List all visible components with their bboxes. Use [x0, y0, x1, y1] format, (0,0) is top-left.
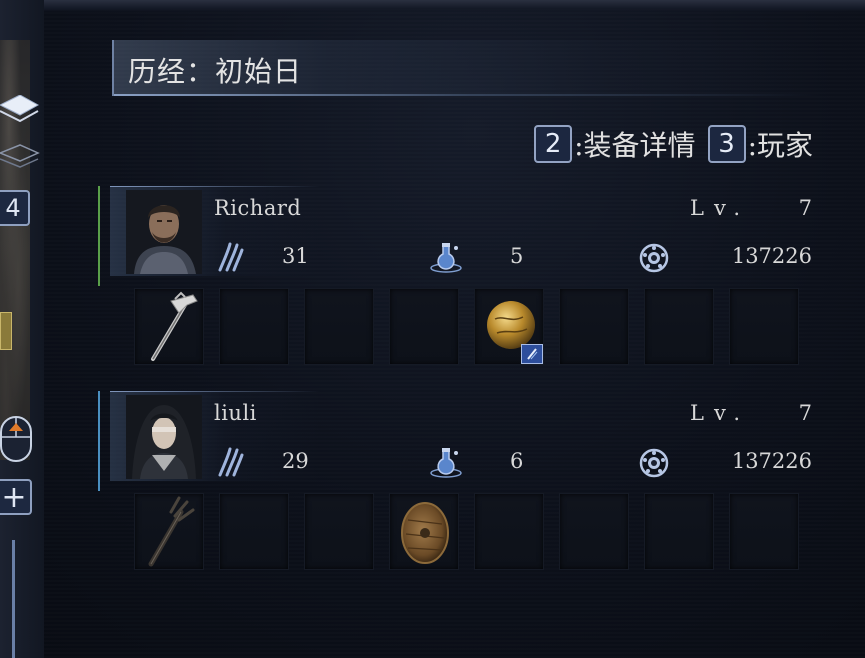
- item-status-badge: [521, 344, 543, 364]
- equipment-slot[interactable]: [559, 288, 629, 365]
- player-card[interactable]: Richard Lv. 7 31 5 137226: [98, 186, 818, 376]
- rune-icon: [638, 242, 670, 278]
- key-2-button[interactable]: 2: [534, 125, 573, 163]
- card-accent-bar: [98, 391, 100, 491]
- page-title: 历经：初始日: [128, 55, 303, 88]
- layer-down-icon[interactable]: [0, 143, 40, 175]
- player-name: liuli: [214, 401, 257, 425]
- rune-stat-value: 137226: [731, 449, 812, 473]
- equipment-slot[interactable]: [729, 288, 799, 365]
- flask-stat-value: 5: [510, 244, 524, 268]
- hammer-icon: [151, 291, 198, 361]
- key-hints: 2 :装备详情 3 :玩家: [534, 122, 813, 166]
- key-4-button[interactable]: 4: [0, 190, 30, 226]
- equipment-slot[interactable]: [219, 493, 289, 570]
- player-card[interactable]: liuli Lv. 7 29 6 137226: [98, 391, 818, 581]
- level-value: 7: [798, 196, 812, 220]
- map-marker-icon: [0, 312, 12, 350]
- layer-up-icon[interactable]: [0, 94, 40, 127]
- equipment-slot[interactable]: [134, 493, 204, 570]
- avatar: [126, 395, 202, 479]
- round-shield-icon: [401, 502, 449, 564]
- equipment-slot[interactable]: [389, 288, 459, 365]
- equipment-slot[interactable]: [304, 288, 374, 365]
- equipment-slot[interactable]: [729, 493, 799, 570]
- level-label: Lv.: [690, 401, 750, 425]
- equipment-slot[interactable]: [559, 493, 629, 570]
- flask-icon: [430, 242, 464, 278]
- rune-icon: [638, 447, 670, 483]
- mouse-icon: [0, 415, 34, 467]
- equipment-slot[interactable]: [644, 493, 714, 570]
- equipment-slot[interactable]: [474, 493, 544, 570]
- equipment-slot[interactable]: [134, 288, 204, 365]
- top-frame-edge: [0, 0, 865, 12]
- level-value: 7: [798, 401, 812, 425]
- equipment-slot[interactable]: [389, 493, 459, 570]
- map-scrollbar[interactable]: [12, 540, 15, 658]
- player-name: Richard: [214, 196, 302, 220]
- key-3-button[interactable]: 3: [707, 125, 746, 163]
- equipment-slots: [134, 493, 799, 570]
- header-bar: 历经：初始日: [112, 40, 822, 96]
- equipment-slot[interactable]: [644, 288, 714, 365]
- rune-stat-value: 137226: [731, 244, 812, 268]
- level-label: Lv.: [690, 196, 750, 220]
- claw-stat-value: 31: [282, 244, 309, 268]
- equipment-slot[interactable]: [304, 493, 374, 570]
- claw-mark-icon: [216, 447, 244, 481]
- avatar: [126, 190, 202, 274]
- equipment-slot[interactable]: [474, 288, 544, 365]
- claw-mark-icon: [216, 242, 244, 276]
- flask-icon: [430, 447, 464, 483]
- card-accent-bar: [98, 186, 100, 286]
- left-map-strip: 4 +: [0, 0, 44, 658]
- player-label: :玩家: [747, 129, 813, 162]
- zoom-in-button[interactable]: +: [0, 479, 32, 515]
- equipment-slots: [134, 288, 799, 365]
- equipment-slot[interactable]: [219, 288, 289, 365]
- spiked-club-icon: [148, 496, 195, 567]
- flask-stat-value: 6: [510, 449, 524, 473]
- claw-stat-value: 29: [282, 449, 309, 473]
- equipment-details-label: :装备详情: [574, 129, 696, 162]
